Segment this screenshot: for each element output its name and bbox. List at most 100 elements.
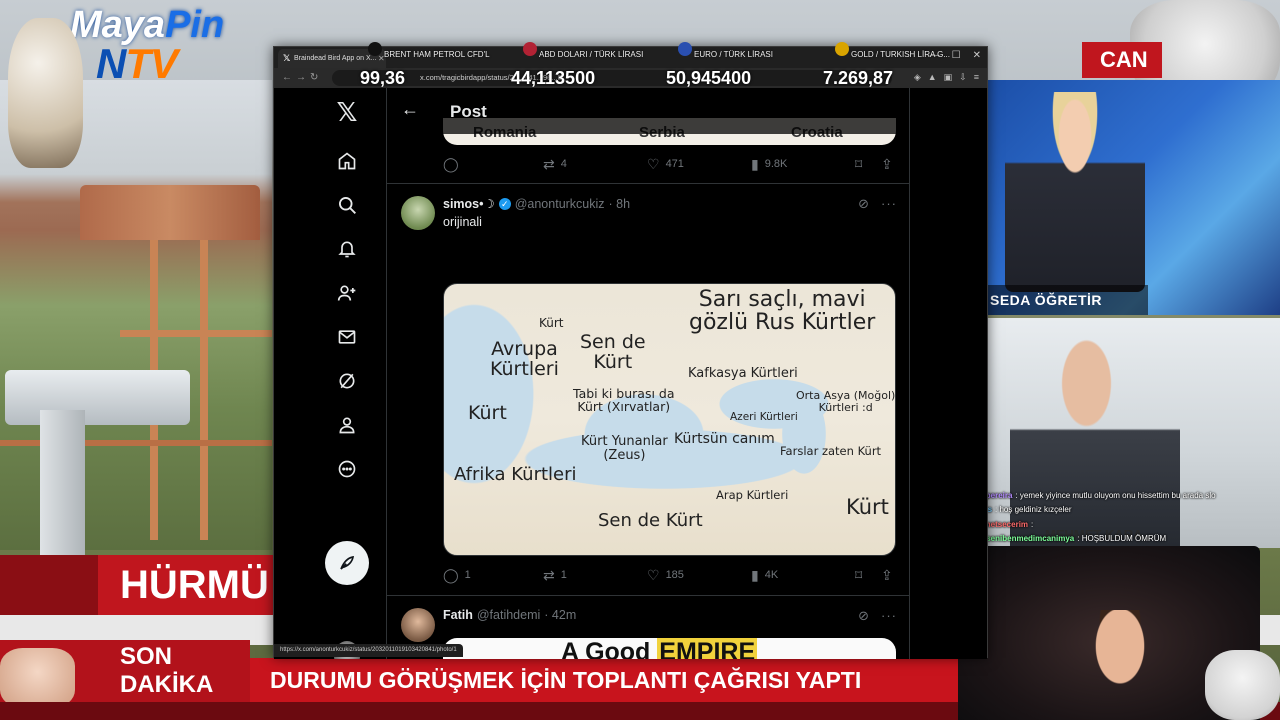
x-sidebar-nav: 𝕏 <box>322 88 372 659</box>
tweet1-header: simos•☽ ✓ @anonturkcukiz · 8h <box>443 196 631 212</box>
grok-explain-icon[interactable]: ⊘ <box>858 608 869 624</box>
map-label: Tabi ki burası da Kürt (Xırvatlar) <box>573 386 675 415</box>
home-icon[interactable] <box>322 141 372 181</box>
fx-label: EURO / TÜRK LİRASI <box>694 50 773 59</box>
oil-tank <box>80 185 260 240</box>
map-label: Kürt Yunanlar (Zeus) <box>581 434 668 463</box>
grok-explain-icon[interactable]: ⊘ <box>858 196 869 212</box>
map-label: Kürtsün canım <box>674 431 775 447</box>
tweet2-author-name[interactable]: Fatih <box>443 608 473 622</box>
repost-button[interactable]: ⇄ 4 <box>543 157 567 171</box>
views-button[interactable]: ▮ 9.8K <box>751 157 787 171</box>
repost-button[interactable]: ⇄ 1 <box>543 568 567 582</box>
like-button[interactable]: ♡ 471 <box>647 157 684 171</box>
map-label: Orta Asya (Moğol) Kürtleri :d <box>796 389 896 414</box>
gold-icon <box>835 42 849 56</box>
bookmark-icon: ⌑ <box>855 567 863 583</box>
tweet-more-icon[interactable]: ··· <box>881 608 897 623</box>
map-label: Afrika Kürtleri <box>454 464 577 485</box>
chat-message: bensenibenmedimcanimya: HOŞBULDUM ÖMRÜM <box>962 532 1280 547</box>
views-chart-icon: ▮ <box>751 156 759 172</box>
tweet1-handle[interactable]: @anonturkcukiz <box>515 197 605 211</box>
tweet0-action-bar: ◯ ⇄ 4 ♡ 471 ▮ 9.8K ⌑ ⇪ <box>443 154 896 174</box>
tweet1-action-bar: ◯ 1 ⇄ 1 ♡ 185 ▮ 4K ⌑ ⇪ <box>443 565 896 585</box>
divider <box>387 595 909 596</box>
eu-flag-icon <box>678 42 692 56</box>
breaking-dakika: DAKİKA <box>120 671 214 698</box>
views-chart-icon: ▮ <box>751 567 759 583</box>
repost-icon: ⇄ <box>543 567 555 583</box>
chat-message: aycis: hoş geldiniz kızçeler <box>962 503 1280 518</box>
tweet-more-icon[interactable]: ··· <box>881 196 897 211</box>
pipe <box>200 240 208 540</box>
bookmark-button[interactable]: ⌑ <box>855 568 862 582</box>
cat-sticker-bottom-right <box>1205 650 1280 720</box>
fx-label: BRENT HAM PETROL CFD'L <box>384 50 490 59</box>
map-label: Arap Kürtleri <box>716 488 789 502</box>
grok-icon[interactable] <box>322 361 372 401</box>
reply-button[interactable]: ◯ 1 <box>443 568 471 582</box>
tweet2-handle[interactable]: @fatihdemi <box>477 608 540 622</box>
fx-label: ABD DOLARI / TÜRK LİRASI <box>539 50 644 59</box>
fx-value: 44,113500 <box>511 68 596 88</box>
tweet2-avatar[interactable] <box>401 608 435 642</box>
map-label: Sarı saçlı, mavi gözlü Rus Kürtler <box>689 287 876 336</box>
banner-edge <box>0 555 98 615</box>
follow-add-user-icon[interactable] <box>322 273 372 313</box>
tweet2-time[interactable]: · 42m <box>544 608 576 622</box>
ntv-logo: NTV <box>96 40 178 87</box>
fx-value: 7.269,87 <box>823 68 894 88</box>
chat-text: : yemek yiyince mutlu oluyom onu hissett… <box>1015 490 1216 500</box>
x-logo-icon[interactable]: 𝕏 <box>322 92 372 132</box>
messages-mail-icon[interactable] <box>322 317 372 357</box>
like-button[interactable]: ♡ 185 <box>647 568 684 582</box>
tweet1-author-name[interactable]: simos•☽ <box>443 196 495 211</box>
stream-chat: edapereira: yemek yiyince mutlu oluyom o… <box>962 488 1280 546</box>
map-label: Farslar zaten Kürt <box>780 444 882 458</box>
heart-icon: ♡ <box>647 156 660 172</box>
chat-text: : hoş geldiniz kızçeler <box>995 505 1072 515</box>
fx-value: 99,36 <box>360 68 406 88</box>
map-label: Azeri Kürtleri <box>730 411 798 423</box>
exchange-rate-ticker: BRENT HAM PETROL CFD'L 99,36 ABD DOLARI / … <box>275 36 987 90</box>
tweet2-meme-image[interactable]: A Good EMPIRE <box>443 638 896 659</box>
divider <box>387 183 909 184</box>
us-flag-icon <box>523 42 537 56</box>
valve-actuator <box>5 370 190 425</box>
tweet1-text: orijinali <box>443 215 482 229</box>
tweet1-avatar[interactable] <box>401 196 435 230</box>
map-label: Avrupa Kürtleri <box>490 338 559 380</box>
tweet1-time[interactable]: · 8h <box>609 197 631 211</box>
x-page: 𝕏 ← Post ◯ ⇄ 4 ♡ 471 ▮ 9.8K ⌑ ⇪ simos•☽ … <box>274 88 987 659</box>
more-options-icon[interactable] <box>322 449 372 489</box>
share-button[interactable]: ⇪ <box>881 568 893 582</box>
breaking-son: SON <box>120 643 173 670</box>
chat-text: : HOŞBULDUM ÖMRÜM <box>1077 534 1167 544</box>
meme-title: A Good EMPIRE <box>561 638 758 659</box>
oil-drop-icon <box>368 42 382 56</box>
views-button[interactable]: ▮ 4K <box>751 568 778 582</box>
cat-sticker-left <box>8 18 83 168</box>
anchor-person <box>1005 92 1145 292</box>
hover-status-url: https://x.com/anonturkcukiz/status/20320… <box>274 644 463 657</box>
notifications-bell-icon[interactable] <box>322 229 372 269</box>
bookmark-button[interactable]: ⌑ <box>855 157 862 171</box>
fx-label: GOLD / TURKISH LİRA G... <box>851 50 950 59</box>
map-label: Sen de Kürt <box>598 510 703 531</box>
share-button[interactable]: ⇪ <box>881 157 893 171</box>
back-arrow-icon[interactable]: ← <box>401 99 419 120</box>
reply-button[interactable]: ◯ <box>443 157 465 171</box>
compose-post-button[interactable] <box>325 541 369 585</box>
post-timeline: ← Post Romania Serbia Croatia ◯ ⇄4 ♡471 … <box>386 88 910 659</box>
chat-message: edapereira: yemek yiyince mutlu oluyom o… <box>962 488 1280 503</box>
reply-icon: ◯ <box>443 156 459 172</box>
browser-window: 𝕏 Braindead Bird App on X... ✕ — ☐ ✕ ← →… <box>273 46 988 659</box>
map-label: Kürt <box>468 402 507 424</box>
map-label: Sen de Kürt <box>580 331 646 373</box>
corner-label: CAN <box>1082 42 1162 78</box>
profile-icon[interactable] <box>322 405 372 445</box>
tweet1-map-image[interactable]: Sarı saçlı, mavi gözlü Rus Kürtler Kürt … <box>443 283 896 556</box>
stream-screen: MayaPin NTV CAN SEDA ÖĞRETİR MEHMET KARA… <box>0 0 1280 720</box>
share-icon: ⇪ <box>881 156 893 172</box>
search-icon[interactable] <box>322 185 372 225</box>
